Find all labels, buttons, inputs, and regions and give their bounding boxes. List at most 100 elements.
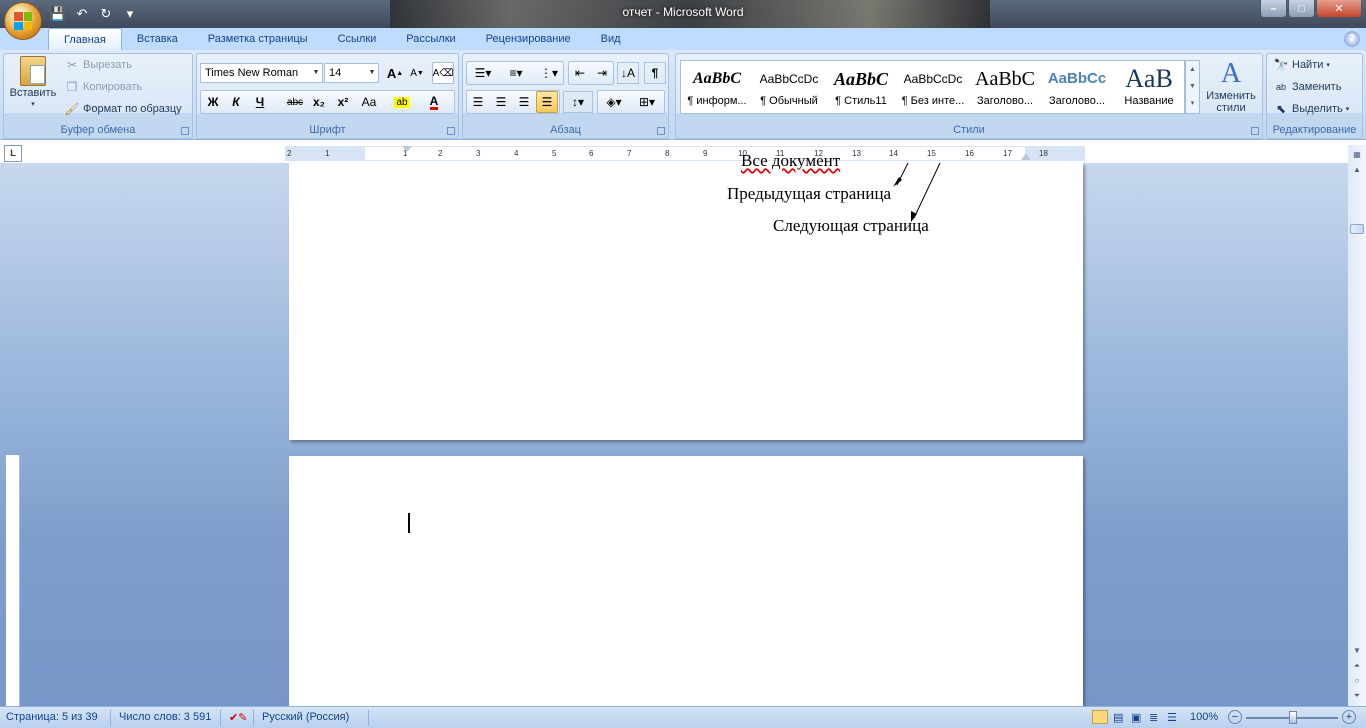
browse-object-icon[interactable]: ○	[1349, 674, 1365, 688]
draft-icon[interactable]: ☰	[1167, 711, 1177, 724]
horizontal-ruler[interactable]: 2 1 1 2 3 4 5 6 7 8 9 10 11 12 13 14 15 …	[285, 146, 1085, 161]
editing-group-title: Редактирование	[1272, 124, 1357, 136]
tab-review[interactable]: Рецензирование	[471, 28, 586, 50]
find-button[interactable]: 🔭 Найти ▾	[1273, 57, 1330, 73]
strikethrough-button[interactable]: abc	[284, 91, 306, 113]
next-page-icon[interactable]: ⏷	[1349, 689, 1365, 703]
replace-button[interactable]: ab Заменить	[1273, 79, 1341, 95]
scroll-up-icon[interactable]: ▲	[1349, 163, 1365, 177]
cursor-arrow-icon: ⬉	[1275, 102, 1287, 116]
line-spacing-icon[interactable]: ↕▾	[563, 91, 593, 113]
cut-button[interactable]: ✂ Вырезать	[64, 57, 132, 73]
zoom-slider-thumb[interactable]	[1289, 711, 1297, 724]
clear-formatting-icon: A⌫	[432, 67, 454, 79]
document-page[interactable]: Все документ Предыдущая страница Следующ…	[289, 151, 1083, 440]
style-tile-no-spacing[interactable]: AaBbCcDc ¶ Без инте...	[900, 63, 966, 113]
right-indent-marker[interactable]	[1021, 153, 1031, 160]
format-painter-button[interactable]: 🖌 Формат по образцу	[64, 101, 181, 117]
web-layout-icon[interactable]: ▣	[1131, 711, 1141, 724]
change-styles-button[interactable]: A Изменить стили	[1203, 58, 1259, 114]
borders-icon[interactable]: ⊞▾	[632, 91, 662, 113]
align-center-icon[interactable]: ☰	[490, 91, 512, 113]
underline-button[interactable]: Ч	[249, 91, 271, 113]
gallery-scroll[interactable]: ▲ ▼ ▾	[1185, 60, 1200, 114]
proofing-icon[interactable]: ✔✎	[229, 711, 247, 724]
undo-icon[interactable]: ↶	[72, 5, 92, 23]
clipboard-launcher-icon[interactable]	[181, 127, 189, 135]
close-button[interactable]: ✕	[1316, 0, 1362, 18]
tab-references[interactable]: Ссылки	[323, 28, 392, 50]
office-button[interactable]	[4, 2, 42, 40]
style-sample: AaB	[1125, 64, 1173, 93]
clear-formatting-button[interactable]: A⌫	[432, 62, 454, 84]
show-marks-icon[interactable]: ¶	[644, 62, 666, 84]
shrink-font-button[interactable]: A ▼	[406, 62, 428, 84]
copy-button[interactable]: ❐ Копировать	[64, 79, 143, 95]
change-case-button[interactable]: Aa	[356, 91, 382, 113]
multilevel-list-icon[interactable]: ⋮▾	[534, 62, 564, 84]
full-screen-reading-icon[interactable]: ▤	[1113, 711, 1123, 724]
zoom-out-icon[interactable]: −	[1228, 710, 1242, 724]
select-button[interactable]: ⬉ Выделить ▾	[1273, 101, 1349, 117]
zoom-level[interactable]: 100%	[1190, 711, 1218, 723]
grow-font-button[interactable]: A ▲	[384, 62, 406, 84]
numbering-icon[interactable]: ≡▾	[501, 62, 531, 84]
ruler-toggle-icon[interactable]: ▦	[1349, 148, 1365, 162]
increase-indent-icon[interactable]: ⇥	[591, 62, 613, 84]
maximize-button[interactable]: □	[1288, 0, 1315, 18]
customize-qat-icon[interactable]: ▾	[120, 5, 140, 23]
style-tile-inform[interactable]: AaBbC ¶ информ...	[684, 63, 750, 113]
align-right-icon[interactable]: ☰	[513, 91, 535, 113]
decrease-indent-icon[interactable]: ⇤	[569, 62, 591, 84]
ruler-tick: 16	[965, 149, 974, 158]
tab-mailings[interactable]: Рассылки	[391, 28, 470, 50]
change-styles-label-1: Изменить	[1206, 90, 1256, 102]
styles-launcher-icon[interactable]	[1251, 127, 1259, 135]
style-tile-normal[interactable]: AaBbCcDc ¶ Обычный	[756, 63, 822, 113]
align-left-icon[interactable]: ☰	[467, 91, 489, 113]
font-name-combo[interactable]: Times New Roman ▼	[200, 63, 323, 83]
superscript-button[interactable]: x²	[332, 91, 354, 113]
font-color-button[interactable]: A	[420, 91, 448, 113]
print-layout-icon[interactable]	[1092, 710, 1108, 724]
divider	[253, 710, 254, 726]
font-size-combo[interactable]: 14 ▼	[324, 63, 379, 83]
ruler-tick: 15	[927, 149, 936, 158]
outline-icon[interactable]: ≣	[1149, 711, 1158, 724]
scroll-down-icon[interactable]: ▼	[1349, 644, 1365, 658]
tab-page-layout[interactable]: Разметка страницы	[193, 28, 323, 50]
paragraph-launcher-icon[interactable]	[657, 127, 665, 135]
tab-selector[interactable]: L	[4, 145, 22, 162]
tab-home[interactable]: Главная	[48, 28, 122, 50]
style-tile-title[interactable]: AaB Название	[1116, 63, 1182, 113]
first-line-indent-marker[interactable]	[402, 146, 412, 152]
tab-insert[interactable]: Вставка	[122, 28, 193, 50]
page-count[interactable]: Страница: 5 из 39	[6, 711, 98, 723]
scroll-thumb[interactable]	[1350, 224, 1364, 234]
document-page[interactable]	[289, 456, 1083, 706]
paste-button[interactable]: Вставить ▾	[8, 56, 58, 108]
minimize-button[interactable]: –	[1260, 0, 1287, 18]
shading-icon[interactable]: ◈▾	[599, 91, 629, 113]
save-icon[interactable]: 💾	[48, 5, 68, 23]
font-launcher-icon[interactable]	[447, 127, 455, 135]
help-icon[interactable]: ?	[1344, 31, 1360, 47]
italic-button[interactable]: К	[225, 91, 247, 113]
tab-view[interactable]: Вид	[586, 28, 636, 50]
bold-button[interactable]: Ж	[202, 91, 224, 113]
status-bar: Страница: 5 из 39 Число слов: 3 591 ✔✎ Р…	[0, 706, 1366, 728]
word-count[interactable]: Число слов: 3 591	[119, 711, 211, 723]
previous-page-icon[interactable]: ⏶	[1349, 659, 1365, 673]
language[interactable]: Русский (Россия)	[262, 711, 349, 723]
highlight-button[interactable]: ab	[389, 91, 415, 113]
justify-icon[interactable]: ☰	[536, 91, 558, 113]
vertical-ruler[interactable]	[6, 455, 20, 706]
sort-icon[interactable]: ↓A	[617, 62, 639, 84]
style-tile-style11[interactable]: AaBbC ¶ Стиль11	[828, 63, 894, 113]
subscript-button[interactable]: x₂	[308, 91, 330, 113]
zoom-in-icon[interactable]: +	[1342, 710, 1356, 724]
style-tile-heading1[interactable]: AaBbC Заголово...	[972, 63, 1038, 113]
redo-icon[interactable]: ↻	[96, 5, 116, 23]
style-tile-heading2[interactable]: AaBbCc Заголово...	[1044, 63, 1110, 113]
bullets-icon[interactable]: ☰▾	[468, 62, 498, 84]
